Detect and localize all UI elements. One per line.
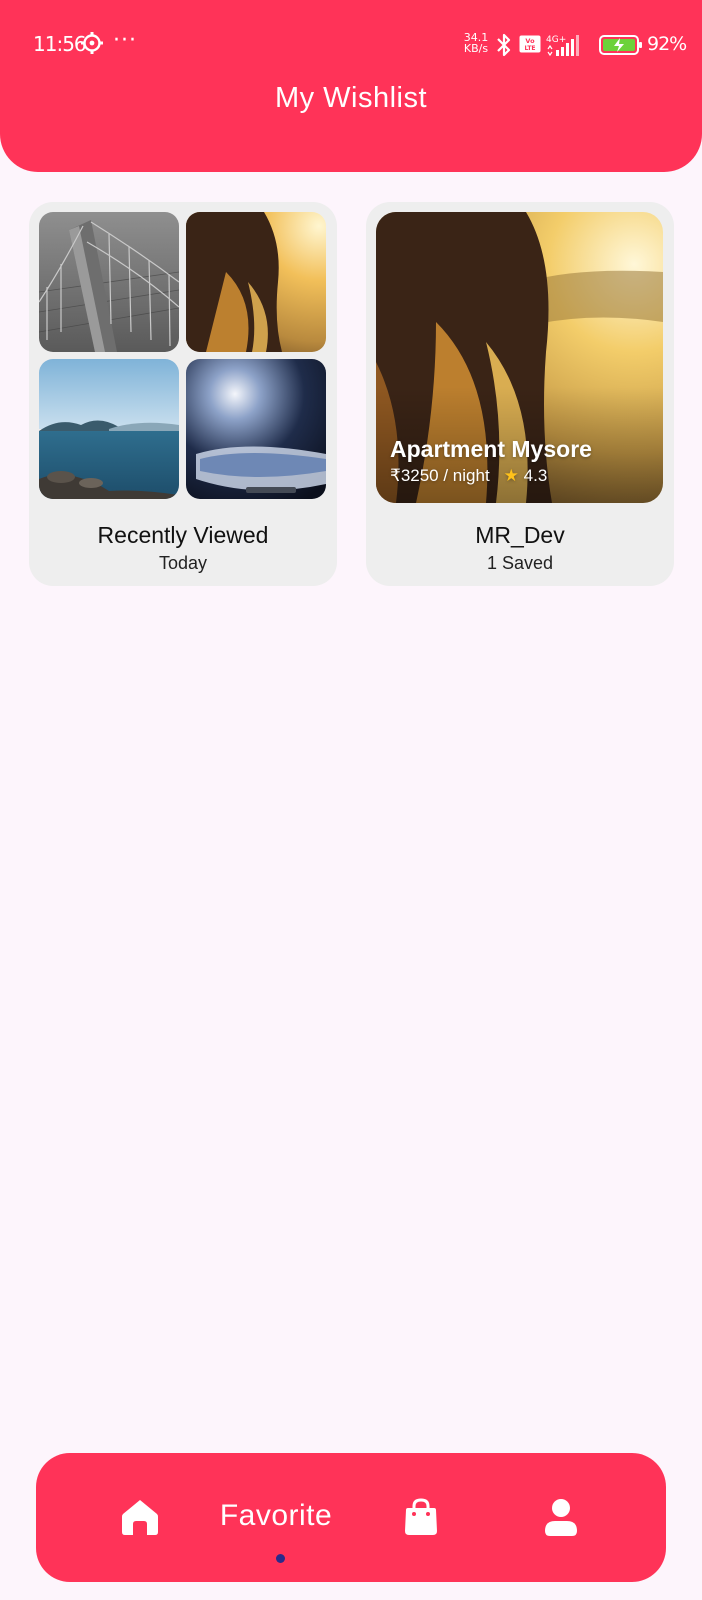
- nav-home-button[interactable]: [118, 1495, 162, 1539]
- volte-icon: Vo LTE: [519, 35, 541, 53]
- recent-thumbnail-sunset: [186, 212, 326, 352]
- listing-photo[interactable]: Apartment Mysore ₹3250 / night ★ 4.3: [376, 212, 663, 503]
- wishlist-subtitle: Today: [158, 553, 208, 573]
- listing-price: ₹3250 / night: [390, 466, 490, 485]
- network-type: 4G+: [546, 35, 566, 45]
- wishlist-card-mr-dev[interactable]: Apartment Mysore ₹3250 / night ★ 4.3 MR_D…: [366, 202, 674, 586]
- recent-thumbnail-bridge: [39, 212, 179, 352]
- more-notifications-icon: ···: [113, 28, 137, 53]
- battery-percent: 92%: [647, 33, 687, 55]
- svg-text:Vo: Vo: [525, 37, 535, 45]
- listing-meta: ₹3250 / night ★ 4.3: [390, 466, 547, 486]
- bottom-navigation: Favorite: [36, 1453, 666, 1582]
- listing-rating: 4.3: [523, 466, 548, 485]
- network-speed-unit: KB/s: [463, 42, 489, 55]
- page-title: My Wishlist: [274, 82, 428, 114]
- wishlist-title: MR_Dev: [475, 522, 565, 548]
- app-header: 11:56 ··· 34.1 KB/s Vo LTE 4G+ 92% My Wi…: [0, 0, 702, 172]
- wishlist-subtitle: 1 Saved: [486, 553, 554, 573]
- nav-shopping-button[interactable]: [399, 1495, 443, 1539]
- settings-gear-icon: [81, 32, 103, 54]
- nav-favorite-label: Favorite: [219, 1499, 333, 1532]
- shopping-bag-icon: [405, 1498, 437, 1535]
- network-speed: 34.1 KB/s: [459, 32, 493, 54]
- battery-charging-icon: [599, 35, 642, 55]
- wishlist-card-recently-viewed[interactable]: Recently Viewed Today: [29, 202, 337, 586]
- wishlist-title: Recently Viewed: [97, 522, 269, 548]
- cellular-signal-icon: 4G+: [546, 35, 579, 57]
- svg-text:LTE: LTE: [524, 45, 535, 52]
- recent-thumbnail-sea: [39, 359, 179, 499]
- nav-profile-button[interactable]: [539, 1495, 583, 1539]
- home-icon: [122, 1500, 158, 1535]
- listing-name: Apartment Mysore: [390, 436, 592, 462]
- profile-icon: [545, 1499, 577, 1536]
- recent-thumbnail-phone: [186, 359, 326, 499]
- status-time: 11:56: [33, 32, 87, 56]
- bluetooth-icon: [497, 33, 511, 57]
- star-icon: ★: [503, 466, 519, 485]
- active-tab-indicator: [276, 1554, 285, 1563]
- status-bar: 11:56 ··· 34.1 KB/s Vo LTE 4G+ 92%: [0, 28, 702, 60]
- nav-favorite-button[interactable]: Favorite: [196, 1493, 356, 1539]
